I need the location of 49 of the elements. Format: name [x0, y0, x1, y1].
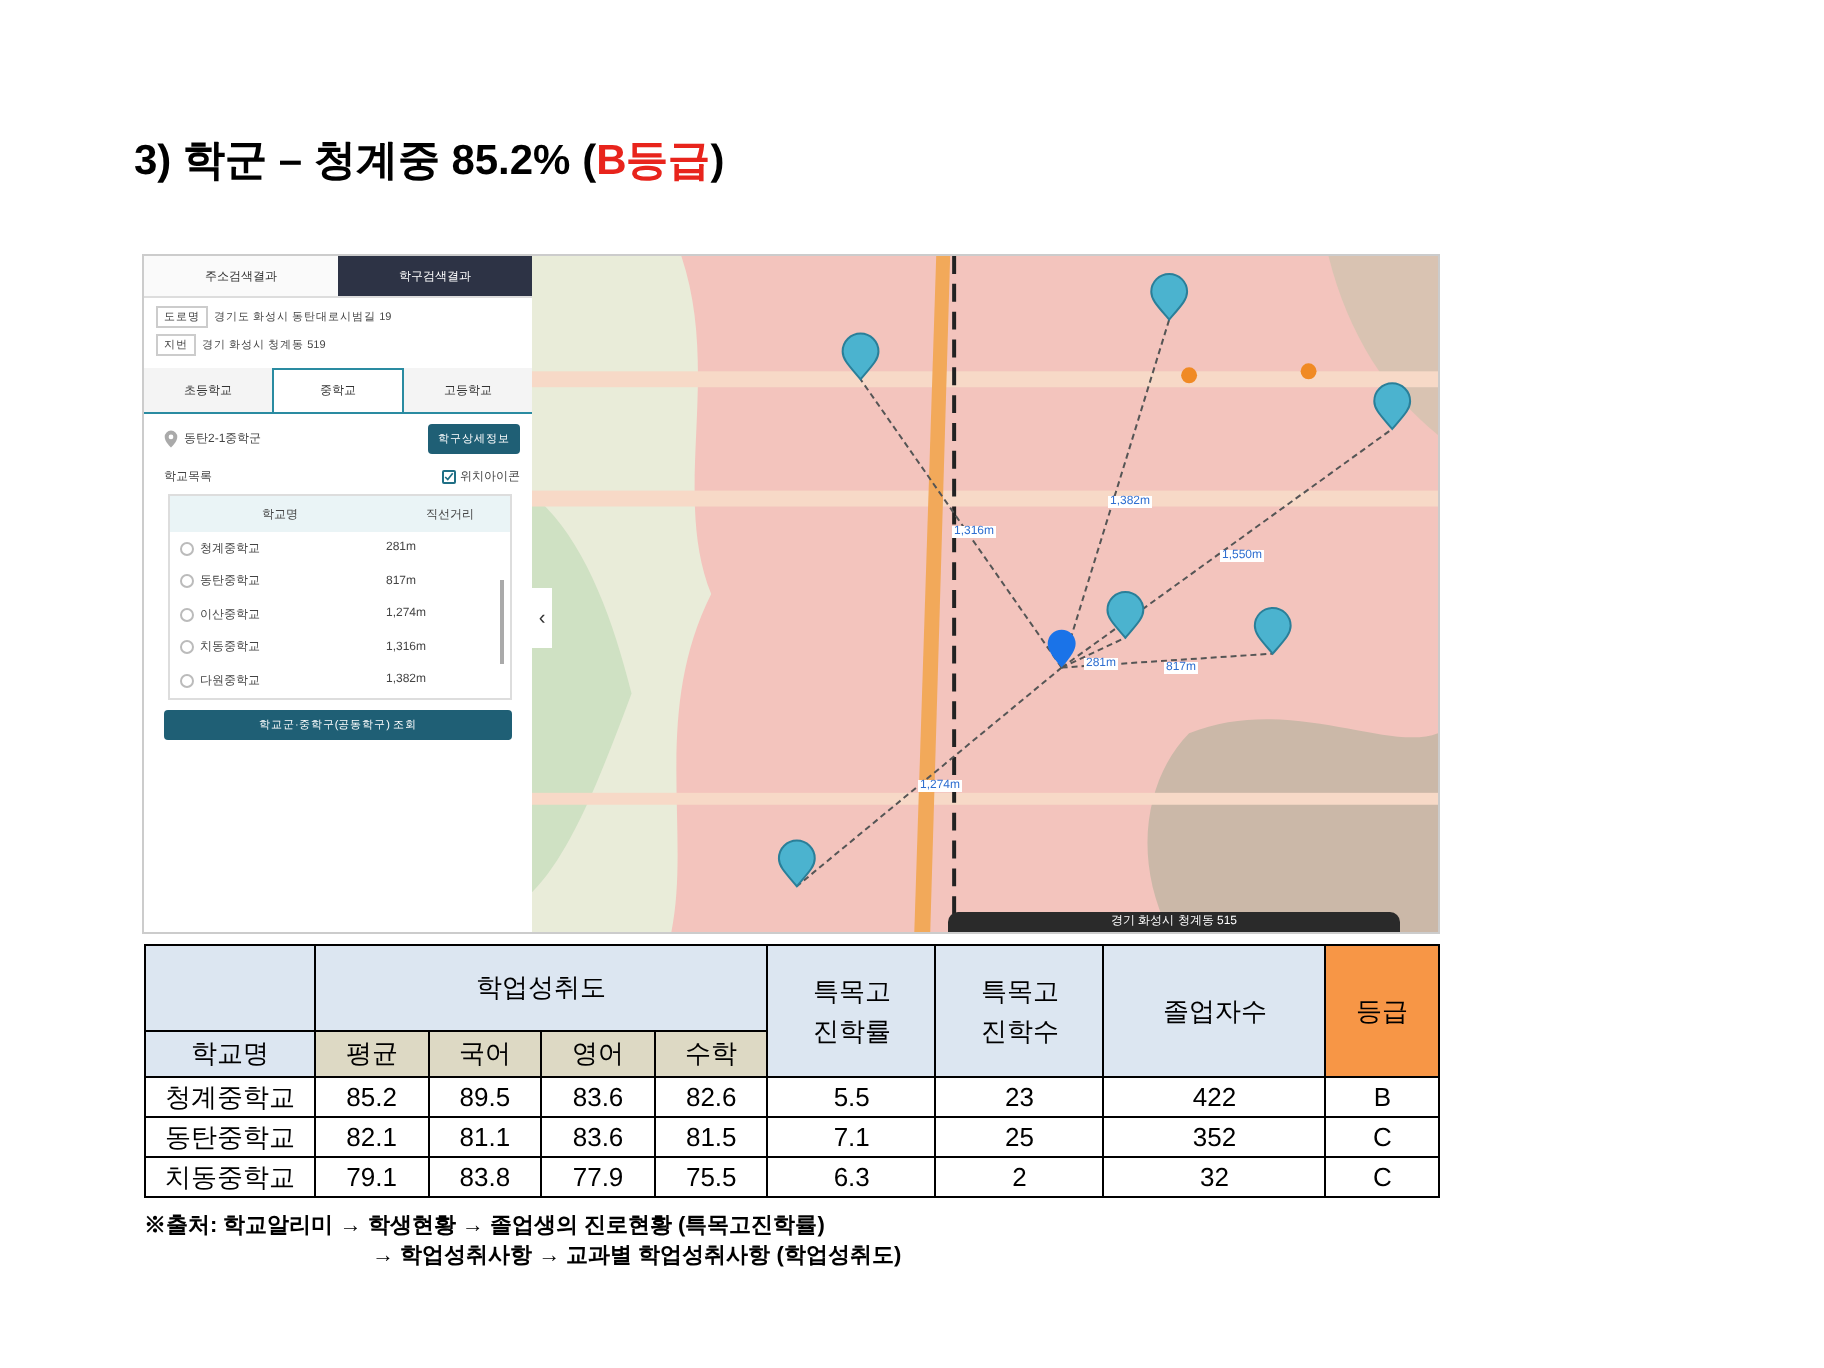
table-cell: 7.1: [767, 1117, 936, 1157]
table-cell: 83.6: [541, 1117, 655, 1157]
header-cell: 국어: [428, 1031, 542, 1077]
location-pin-icon: [164, 430, 178, 448]
table-cell: 32: [1103, 1157, 1326, 1197]
header-cell: 특목고 진학수: [935, 945, 1104, 1077]
table-cell: C: [1325, 1117, 1439, 1157]
table-cell: 청계중학교: [145, 1077, 315, 1117]
table-cell: 85.2: [315, 1077, 429, 1117]
table-cell: 81.1: [428, 1117, 542, 1157]
table-cell: 25: [935, 1117, 1104, 1157]
table-cell: 89.5: [428, 1077, 542, 1117]
header-cell: 졸업자수: [1103, 945, 1326, 1077]
table-cell: 82.1: [315, 1117, 429, 1157]
table-cell: 82.6: [654, 1077, 768, 1117]
header-cell: 등급: [1325, 945, 1439, 1077]
table-cell: 23: [935, 1077, 1104, 1117]
header-cell: 특목고 진학률: [767, 945, 936, 1077]
table-cell: 81.5: [654, 1117, 768, 1157]
table-cell: 77.9: [541, 1157, 655, 1197]
header-cell: 수학: [654, 1031, 768, 1077]
table-cell: B: [1325, 1077, 1439, 1117]
table-cell: 422: [1103, 1077, 1326, 1117]
header-cell: 영어: [541, 1031, 655, 1077]
header-cell: 평균: [315, 1031, 429, 1077]
collapse-button[interactable]: ‹: [532, 588, 552, 648]
radio-button[interactable]: [180, 607, 194, 622]
table-cell: 2: [935, 1157, 1104, 1197]
radio-button[interactable]: [180, 673, 194, 688]
table-cell: C: [1325, 1157, 1439, 1197]
scrollbar[interactable]: [500, 580, 504, 664]
table-cell: 352: [1103, 1117, 1326, 1157]
slide-title: 3) 학군 – 청계중 85.2% (B등급): [134, 136, 725, 188]
table-cell: 83.6: [541, 1077, 655, 1117]
table-cell: 5.5: [767, 1077, 936, 1117]
source-note: ※출처: 학교알리미 → 학생현황 → 졸업생의 진로현황 (특목고진학률): [144, 1212, 827, 1242]
header-cell: 학교명: [145, 1031, 315, 1077]
radio-button[interactable]: [180, 640, 194, 655]
table-cell: 6.3: [767, 1157, 936, 1197]
table-cell: 치동중학교: [145, 1157, 315, 1197]
source-note: → 학업성취사항 → 교과별 학업성취사항 (학업성취도): [370, 1242, 902, 1272]
table-cell: 83.8: [428, 1157, 542, 1197]
table-cell: 79.1: [315, 1157, 429, 1197]
radio-button[interactable]: [180, 541, 194, 556]
header-cell: 학업성취도: [315, 945, 768, 1031]
table-cell: 75.5: [654, 1157, 768, 1197]
checkbox[interactable]: [442, 470, 456, 484]
table-cell: 동탄중학교: [145, 1117, 315, 1157]
radio-button[interactable]: [180, 574, 194, 589]
